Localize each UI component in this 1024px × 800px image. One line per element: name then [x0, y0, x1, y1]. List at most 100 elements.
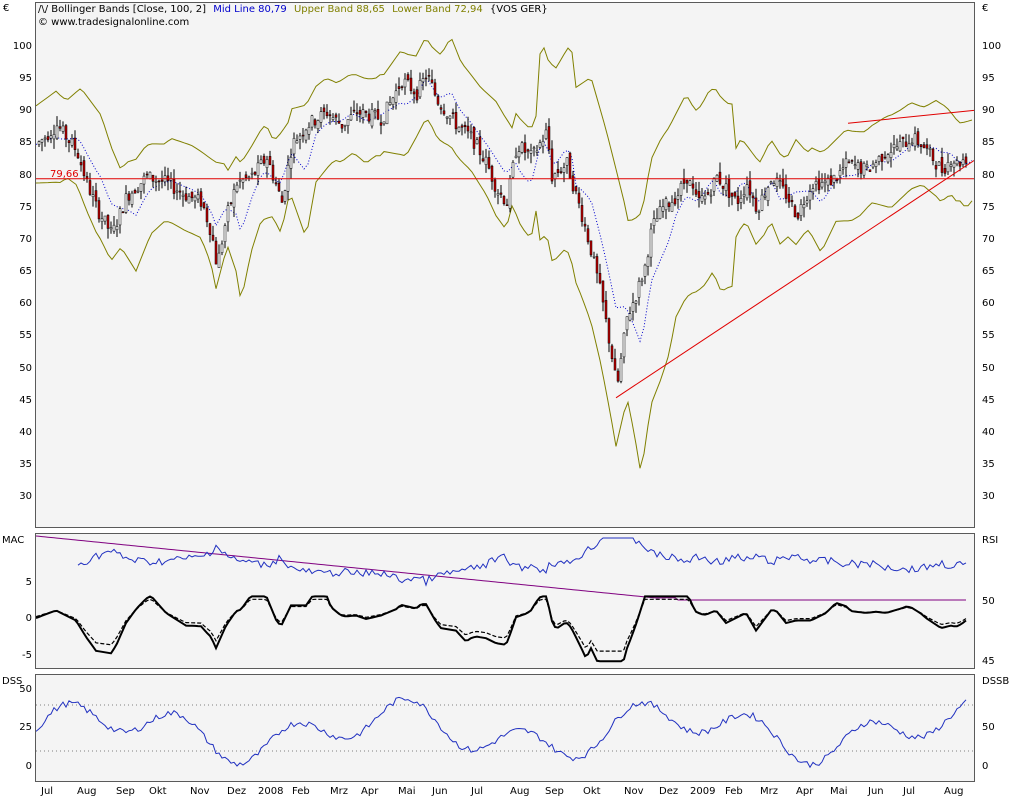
candle-body — [895, 146, 899, 150]
macd-label: MAC — [2, 535, 25, 546]
candle-body — [472, 126, 476, 149]
candle-body — [328, 114, 332, 117]
candle-body — [568, 152, 572, 179]
candle-body — [517, 151, 521, 158]
dss-tick: 25 — [19, 722, 32, 733]
dss-plot-group — [36, 696, 974, 769]
candle-body — [934, 165, 938, 170]
candle-body — [862, 163, 866, 176]
macd-tick: 0 — [25, 613, 32, 624]
candle-body — [469, 131, 473, 134]
macd-rsi-pane[interactable] — [35, 533, 975, 669]
candle-body — [493, 179, 497, 192]
candle-body — [61, 125, 65, 132]
candle-body — [619, 358, 623, 382]
candle-body — [151, 174, 155, 182]
candle-body — [49, 135, 53, 139]
candle-body — [427, 75, 431, 77]
lower-band-legend[interactable]: Lower Band 72,94 — [392, 4, 483, 15]
mid-line-legend[interactable]: Mid Line 80,79 — [213, 4, 287, 15]
candle-body — [943, 168, 947, 174]
candle-body — [298, 135, 302, 140]
price-plot-group: 79,66 — [36, 38, 974, 469]
candle-body — [913, 133, 917, 147]
candle-body — [727, 179, 731, 198]
candle-body — [466, 125, 470, 132]
candle-body — [256, 162, 260, 176]
candle-body — [850, 160, 854, 162]
candle-body — [661, 206, 665, 212]
candle-body — [730, 192, 734, 197]
candle-body — [901, 136, 905, 140]
candle-body — [202, 202, 206, 209]
candle-body — [460, 125, 464, 128]
candle-body — [319, 111, 323, 123]
dss-pane[interactable] — [35, 674, 975, 782]
rsi-label: RSI — [982, 535, 999, 546]
candle-body — [631, 302, 635, 312]
candle-body — [175, 190, 179, 193]
price-tick-left: 95 — [19, 73, 32, 85]
x-axis-month-label: Sep — [545, 786, 564, 797]
candle-body — [820, 182, 824, 188]
candle-body — [463, 124, 467, 128]
candle-body — [745, 184, 749, 199]
candle-body — [226, 205, 230, 223]
candle-body — [583, 223, 587, 227]
dss-tick: 0 — [25, 761, 32, 772]
candle-body — [322, 107, 326, 113]
candle-body — [172, 178, 176, 194]
candle-body — [487, 157, 491, 169]
candle-body — [712, 177, 716, 192]
candle-body — [844, 158, 848, 168]
x-axis-month-label: 2008 — [258, 786, 284, 797]
upper-band-legend[interactable]: Upper Band 88,65 — [294, 4, 385, 15]
candle-body — [766, 187, 770, 202]
price-tick-right: 45 — [982, 394, 995, 406]
candle-body — [790, 199, 794, 203]
price-tick-right: 70 — [982, 233, 995, 245]
candle-body — [274, 182, 278, 185]
candle-body — [733, 192, 737, 197]
candle-body — [904, 141, 908, 147]
candle-body — [187, 196, 191, 204]
candle-body — [442, 110, 446, 115]
candle-body — [406, 74, 410, 80]
candle-body — [142, 175, 146, 185]
price-tick-right: 80 — [982, 169, 995, 181]
candle-body — [313, 119, 317, 126]
candle-body — [505, 204, 509, 207]
candle-body — [841, 167, 845, 170]
candle-body — [526, 149, 530, 152]
x-axis-month-label: Nov — [624, 786, 644, 797]
candle-body — [829, 175, 833, 186]
price-tick-right: 95 — [982, 73, 995, 85]
candle-body — [241, 178, 245, 183]
candle-body — [592, 255, 596, 258]
indicator-label[interactable]: Bollinger Bands [Close, 100, 2] — [51, 4, 206, 15]
candle-body — [682, 178, 686, 184]
price-tick-left: 85 — [19, 137, 32, 149]
candle-body — [139, 183, 143, 192]
candle-body — [106, 214, 110, 229]
candle-body — [400, 86, 404, 88]
candle-body — [373, 110, 377, 113]
candle-body — [289, 157, 293, 169]
x-axis-month-label: Mrz — [760, 786, 778, 797]
candle-body — [754, 197, 758, 212]
candle-body — [595, 256, 599, 274]
candle-body — [649, 228, 653, 258]
candle-body — [529, 150, 533, 154]
candle-body — [304, 129, 308, 141]
candle-body — [190, 191, 194, 199]
candle-body — [547, 126, 551, 150]
candle-body — [817, 178, 821, 191]
price-tick-left: 55 — [19, 330, 32, 342]
currency-right: € — [982, 3, 989, 14]
price-tick-right: 85 — [982, 137, 995, 149]
candle-body — [613, 358, 617, 371]
candle-body — [814, 181, 818, 185]
price-tick-right: 35 — [982, 458, 995, 470]
price-chart-pane[interactable]: 79,66 — [35, 2, 975, 528]
candle-body — [949, 164, 953, 167]
